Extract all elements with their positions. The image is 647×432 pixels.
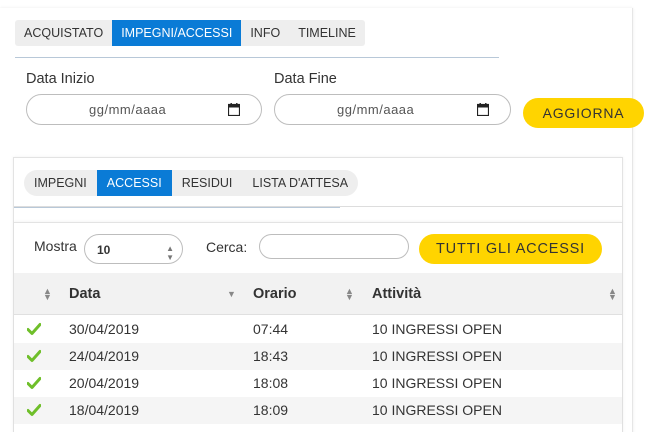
end-date-placeholder: gg/mm/aaaa (337, 102, 415, 117)
all-access-button[interactable]: TUTTI GLI ACCESSI (419, 234, 602, 264)
dropdown-arrow-icon: ▲ ▼ (166, 244, 174, 262)
cell-data: 24/04/2019 (69, 348, 140, 364)
sort-icon[interactable]: ▲ ▼ (43, 287, 52, 302)
table-row: 20/04/2019 18:08 10 INGRESSI OPEN (14, 370, 622, 397)
cell-orario: 18:43 (253, 348, 289, 364)
cell-data: 30/04/2019 (69, 321, 140, 337)
update-button[interactable]: AGGIORNA (523, 98, 644, 128)
tab-lista-attesa[interactable]: LISTA D'ATTESA (242, 170, 359, 196)
start-date-field[interactable]: gg/mm/aaaa (26, 94, 262, 125)
start-date-label: Data Inizio (26, 71, 95, 87)
search-input[interactable] (259, 234, 409, 259)
header-attivita[interactable]: Attività (372, 286, 421, 302)
sort-desc-icon[interactable]: ▼ (227, 290, 236, 299)
calendar-icon[interactable] (477, 103, 489, 116)
cell-data: 20/04/2019 (69, 375, 140, 391)
tab-info[interactable]: INFO (241, 20, 290, 46)
sub-tabs-underline (14, 207, 340, 208)
sort-icon[interactable]: ▲ ▼ (345, 287, 354, 302)
cell-orario: 18:08 (253, 375, 289, 391)
tab-impegni[interactable]: IMPEGNI (24, 170, 97, 196)
page-size-select[interactable]: 10 ▲ ▼ (84, 234, 183, 264)
cell-attivita: 10 INGRESSI OPEN (372, 375, 502, 391)
top-tabs-underline (15, 57, 499, 58)
check-icon (27, 404, 41, 416)
show-label: Mostra (34, 238, 77, 254)
table-row: 24/04/2019 18:43 10 INGRESSI OPEN (14, 343, 622, 370)
cell-attivita: 10 INGRESSI OPEN (372, 348, 502, 364)
tab-impegni-accessi[interactable]: IMPEGNI/ACCESSI (112, 20, 242, 46)
tab-residui[interactable]: RESIDUI (171, 170, 243, 196)
cell-orario: 07:44 (253, 321, 289, 337)
search-label: Cerca: (206, 239, 248, 255)
start-date-placeholder: gg/mm/aaaa (89, 102, 167, 117)
cell-data: 18/04/2019 (69, 402, 140, 418)
check-icon (27, 350, 41, 362)
tab-acquistato[interactable]: ACQUISTATO (15, 20, 113, 46)
header-orario[interactable]: Orario (253, 286, 297, 302)
calendar-icon[interactable] (228, 103, 240, 116)
sub-tabs: IMPEGNI ACCESSI RESIDUI LISTA D'ATTESA (24, 170, 359, 196)
tab-accessi[interactable]: ACCESSI (96, 170, 172, 196)
table-row: 30/04/2019 07:44 10 INGRESSI OPEN (14, 316, 622, 343)
header-data[interactable]: Data (69, 286, 100, 302)
table-header: ▲ ▼ Data ▼ Orario ▲ ▼ Attività ▲ ▼ (14, 273, 622, 315)
end-date-field[interactable]: gg/mm/aaaa (274, 94, 511, 125)
check-icon (27, 323, 41, 335)
table-row: 18/04/2019 18:09 10 INGRESSI OPEN (14, 397, 622, 424)
cell-attivita: 10 INGRESSI OPEN (372, 402, 502, 418)
sort-icon[interactable]: ▲ ▼ (608, 287, 617, 302)
check-icon (27, 377, 41, 389)
cell-orario: 18:09 (253, 402, 289, 418)
end-date-label: Data Fine (274, 71, 337, 87)
cell-attivita: 10 INGRESSI OPEN (372, 321, 502, 337)
top-tabs: ACQUISTATO IMPEGNI/ACCESSI INFO TIMELINE (15, 20, 365, 46)
tab-timeline[interactable]: TIMELINE (289, 20, 365, 46)
page-size-value: 10 (97, 243, 111, 257)
